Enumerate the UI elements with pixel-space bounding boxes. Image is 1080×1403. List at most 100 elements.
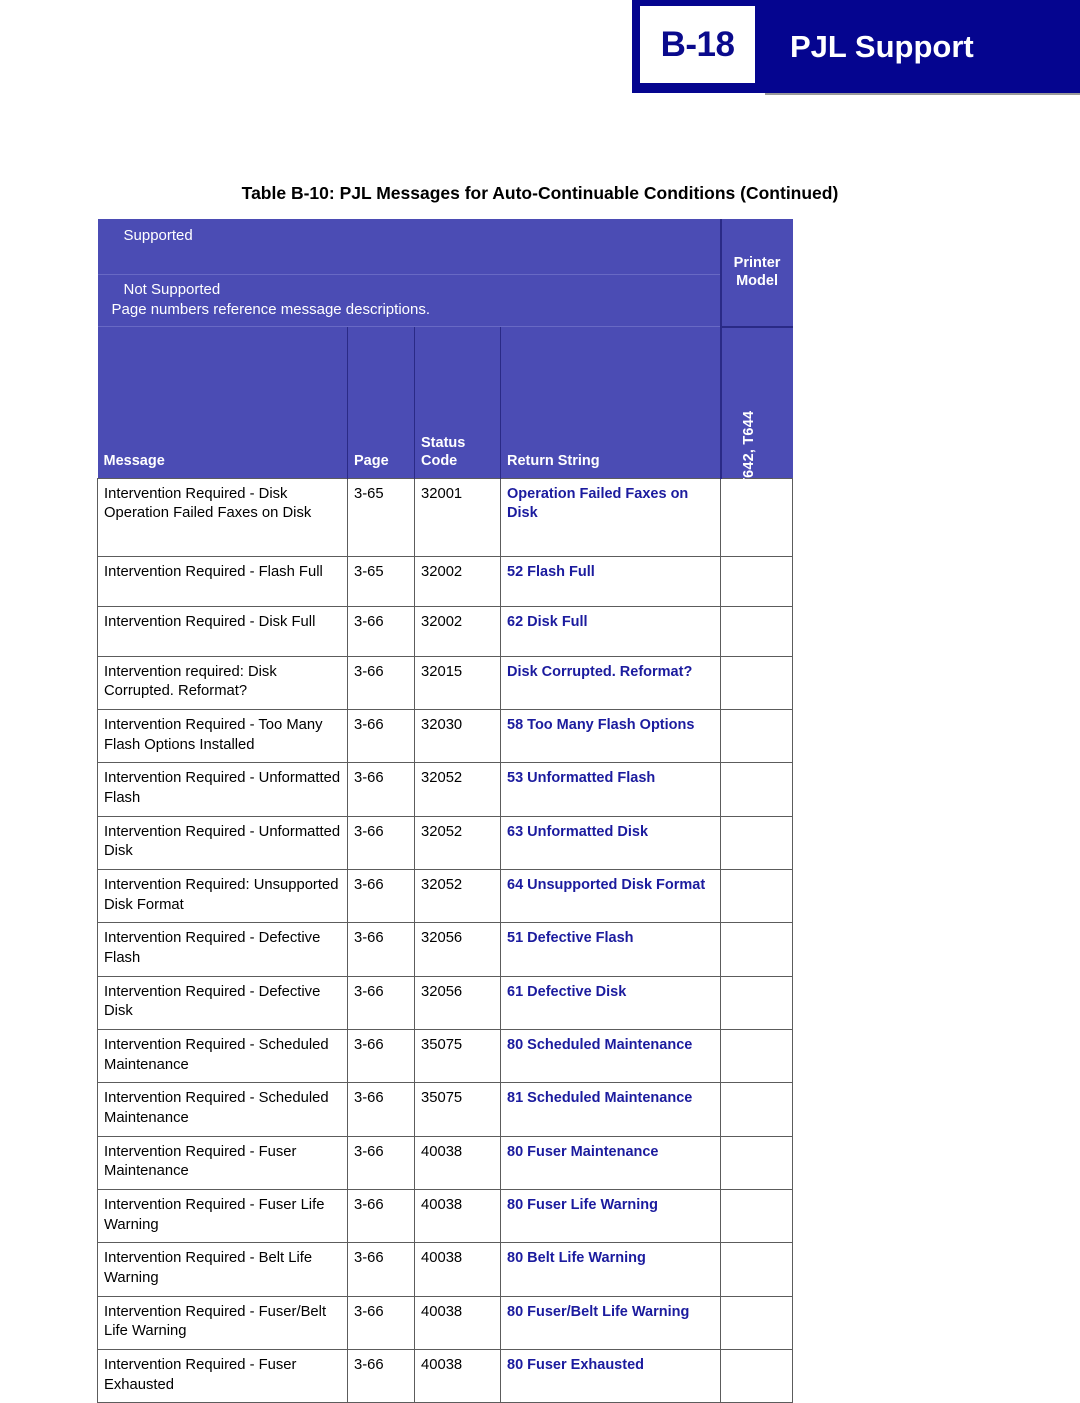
status-code-line2: Code [421, 452, 458, 469]
page-number-label: B-18 [660, 24, 735, 64]
cell-status-code: 40038 [414, 1242, 501, 1297]
cell-message: Intervention Required - Disk Operation F… [97, 477, 348, 557]
cell-status-code: 35075 [414, 1082, 501, 1137]
cell-return-string: 80 Fuser Exhausted [499, 1348, 722, 1403]
cell-return-string: 52 Flash Full [499, 555, 722, 607]
cell-printer-model [720, 555, 794, 607]
table-row: Intervention Required - Fuser/Belt Life … [97, 1295, 794, 1350]
cell-return-string: 63 Unformatted Disk [499, 815, 722, 870]
cell-page: 3-66 [347, 922, 415, 977]
cell-return-string: 64 Unsupported Disk Format [499, 868, 722, 924]
table-row: Intervention Required - Defective Flash 3… [97, 922, 794, 977]
cell-message: Intervention Required - Unformatted Disk [97, 815, 348, 870]
cell-status-code: 35075 [414, 1028, 501, 1084]
table-row: Intervention Required - Too Many Flash O… [97, 708, 794, 764]
cell-message: Intervention Required - Defective Flash [97, 922, 348, 977]
cell-status-code: 32052 [414, 762, 501, 817]
column-header-page: Page [347, 326, 415, 478]
cell-message: Intervention Required - Fuser/Belt Life … [97, 1295, 348, 1350]
cell-return-string: 51 Defective Flash [499, 922, 722, 977]
cell-printer-model [720, 815, 794, 870]
cell-message: Intervention required: Disk Corrupted. R… [97, 655, 348, 710]
table-row: Intervention Required - Defective Disk 3-… [97, 975, 794, 1030]
page-header: B-18 PJL Support [0, 0, 1080, 96]
cell-status-code: 32052 [414, 868, 501, 924]
table-row: Intervention Required - Disk Full 3-66 320… [97, 605, 794, 657]
cell-return-string: 80 Fuser Life Warning [499, 1188, 722, 1244]
column-header-return-string: Return String [499, 326, 721, 478]
cell-printer-model [720, 1082, 794, 1137]
printer-model-line1: Printer [733, 255, 781, 272]
cell-page: 3-66 [347, 762, 415, 817]
cell-status-code: 32001 [414, 477, 501, 557]
column-header-status-code: Status Code [414, 326, 501, 478]
table-row: Intervention Required - Belt Life Warnin… [97, 1242, 794, 1297]
cell-page: 3-66 [347, 815, 415, 870]
cell-message: Intervention Required - Fuser Maintenanc… [97, 1135, 348, 1190]
cell-printer-model [720, 1295, 794, 1350]
cell-message: Intervention Required - Too Many Flash O… [97, 708, 348, 764]
cell-page: 3-66 [347, 975, 415, 1030]
cell-page: 3-66 [347, 708, 415, 764]
cell-message: Intervention Required - Disk Full [97, 605, 348, 657]
table-row: Intervention Required - Disk Operation F… [97, 477, 794, 557]
table-row: Intervention Required - Scheduled Mainte… [97, 1082, 794, 1137]
cell-printer-model [720, 975, 794, 1030]
cell-page: 3-66 [347, 1188, 415, 1244]
cell-printer-model [720, 1028, 794, 1084]
table-row: Intervention required: Disk Corrupted. R… [97, 655, 794, 710]
table-caption: Table B-10: PJL Messages for Auto-Contin… [241, 183, 839, 203]
table-legend-row-not-supported: Not Supported Page numbers reference mes… [97, 274, 793, 327]
page-title: PJL Support [790, 28, 974, 64]
cell-page: 3-66 [347, 868, 415, 924]
cell-printer-model [720, 1348, 794, 1403]
pjl-messages-table: Supported Printer Model Not Supported Pa… [97, 219, 794, 1403]
table-row: Intervention Required - Scheduled Mainte… [97, 1028, 794, 1084]
printer-model-header: Printer Model [719, 219, 793, 328]
cell-page: 3-66 [347, 1028, 415, 1084]
cell-return-string: 61 Defective Disk [499, 975, 722, 1030]
cell-return-string: Disk Corrupted. Reformat? [499, 655, 722, 710]
cell-printer-model [720, 1242, 794, 1297]
legend-not-supported-label: Not Supported [123, 281, 221, 298]
table-row: Intervention Required - Fuser Life Warni… [97, 1188, 794, 1244]
cell-status-code: 32015 [414, 655, 501, 710]
legend-page-note: Page numbers reference message descripti… [111, 301, 431, 318]
cell-return-string: 53 Unformatted Flash [499, 762, 722, 817]
cell-message: Intervention Required - Flash Full [97, 555, 348, 607]
table-row: Intervention Required - Fuser Maintenanc… [97, 1135, 794, 1190]
cell-return-string: 80 Scheduled Maintenance [499, 1028, 722, 1084]
printer-model-line2: Model [736, 273, 778, 290]
cell-message: Intervention Required - Scheduled Mainte… [97, 1082, 348, 1137]
cell-return-string: 80 Belt Life Warning [499, 1242, 722, 1297]
cell-status-code: 32030 [414, 708, 501, 764]
cell-return-string: 62 Disk Full [499, 605, 722, 657]
cell-status-code: 32002 [414, 555, 501, 607]
cell-status-code: 40038 [414, 1348, 501, 1403]
legend-supported-label: Supported [97, 219, 721, 275]
table-row: Intervention Required - Unformatted Disk… [97, 815, 794, 870]
cell-message: Intervention Required - Defective Disk [97, 975, 348, 1030]
cell-status-code: 32056 [414, 975, 501, 1030]
cell-status-code: 40038 [414, 1295, 501, 1350]
status-code-line1: Status [421, 435, 466, 452]
cell-return-string: Operation Failed Faxes on Disk [499, 477, 722, 557]
cell-message: Intervention Required - Belt Life Warnin… [97, 1242, 348, 1297]
cell-status-code: 32052 [414, 815, 501, 870]
cell-status-code: 40038 [414, 1188, 501, 1244]
table-column-header-row: Message Page Status Code Return String T… [97, 326, 793, 529]
legend-not-supported-cell: Not Supported Page numbers reference mes… [97, 274, 721, 327]
table-row: Intervention Required - Unformatted Flas… [97, 762, 794, 817]
column-header-printer-models: T640, T642, T644 [719, 326, 793, 529]
cell-return-string: 81 Scheduled Maintenance [499, 1082, 722, 1137]
page-number-marker: B-18 [640, 6, 755, 83]
cell-page: 3-66 [347, 1348, 415, 1403]
table-legend-row-supported: Supported Printer Model [97, 219, 793, 328]
table-row: Intervention Required: Unsupported Disk … [97, 868, 794, 924]
cell-page: 3-65 [347, 477, 415, 557]
cell-printer-model [720, 655, 794, 710]
cell-printer-model [720, 762, 794, 817]
cell-message: Intervention Required - Fuser Exhausted [97, 1348, 348, 1403]
cell-page: 3-66 [347, 1295, 415, 1350]
column-header-message: Message [97, 326, 348, 478]
